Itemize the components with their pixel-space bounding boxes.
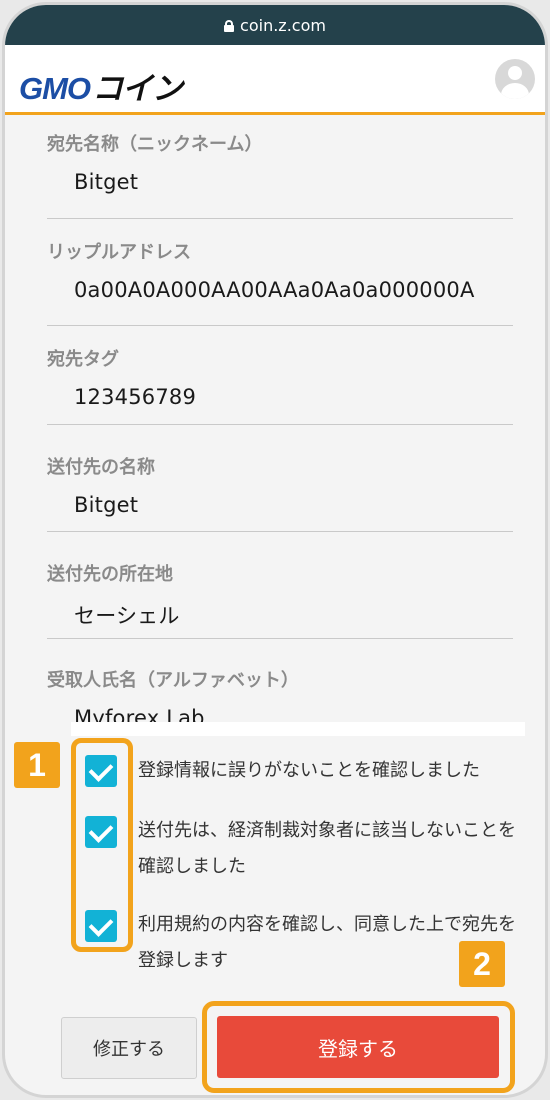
step-badge-1: 1 <box>14 742 60 788</box>
field-label: リップルアドレス <box>47 242 191 263</box>
field-label: 受取人氏名（アルファベット） <box>47 670 299 691</box>
field-label: 宛先タグ <box>47 349 119 370</box>
divider <box>47 325 513 326</box>
field-recipient-alphabet-name: 受取人氏名（アルファベット） Myforex Lab <box>47 666 513 730</box>
field-value: 123456789 <box>74 385 197 409</box>
divider <box>47 638 513 639</box>
field-value: Bitget <box>74 170 139 194</box>
fix-button[interactable]: 修正する <box>61 1017 197 1079</box>
highlight-frame-checkboxes <box>71 738 133 952</box>
divider <box>47 424 513 425</box>
panel-top-edge <box>71 722 525 736</box>
user-avatar-icon[interactable] <box>495 59 535 99</box>
field-recipient-location: 送付先の所在地 セーシェル <box>47 560 513 639</box>
confirm-text-1: 登録情報に誤りがないことを確認しました <box>138 760 480 781</box>
browser-url-bar[interactable]: coin.z.com <box>5 5 545 45</box>
logo-coin-text: コイン <box>92 71 183 106</box>
field-label: 送付先の所在地 <box>47 564 173 585</box>
field-recipient-name: 送付先の名称 Bitget <box>47 453 513 532</box>
confirm-text-2: 送付先は、経済制裁対象者に該当しないことを確認しました <box>138 820 516 877</box>
field-value: 0a00A0A000AA00AAa0Aa0a000000A <box>74 278 475 302</box>
logo-gmo-text: GMO <box>19 71 91 106</box>
field-value: セーシェル <box>74 604 180 628</box>
field-destination-tag: 宛先タグ 123456789 <box>47 345 513 425</box>
site-header: GMOコイン <box>5 45 545 115</box>
lock-icon <box>224 20 235 32</box>
field-label: 宛先名称（ニックネーム） <box>47 134 263 155</box>
step-badge-2: 2 <box>459 941 505 987</box>
divider <box>47 218 513 219</box>
divider <box>47 531 513 532</box>
field-nickname: 宛先名称（ニックネーム） Bitget <box>47 130 513 219</box>
form-content: 宛先名称（ニックネーム） Bitget リップルアドレス 0a00A0A000A… <box>5 118 545 1095</box>
phone-frame: coin.z.com GMOコイン 宛先名称（ニックネーム） Bitget リッ… <box>2 2 548 1098</box>
register-button[interactable]: 登録する <box>217 1016 499 1078</box>
field-ripple-address: リップルアドレス 0a00A0A000AA00AAa0Aa0a000000A <box>47 238 513 326</box>
field-value: Bitget <box>74 493 139 517</box>
url-text: coin.z.com <box>240 15 326 35</box>
gmo-coin-logo[interactable]: GMOコイン <box>19 63 183 108</box>
field-label: 送付先の名称 <box>47 457 155 478</box>
